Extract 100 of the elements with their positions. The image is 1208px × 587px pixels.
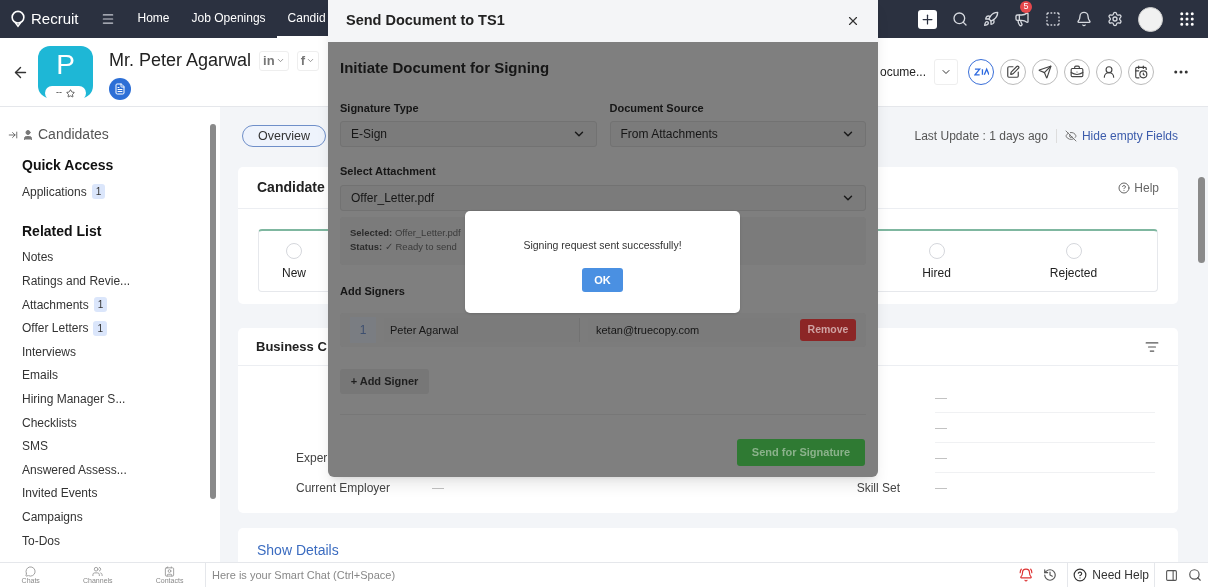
plus-icon [920, 11, 935, 27]
settings-icon[interactable] [1107, 11, 1123, 27]
close-icon[interactable] [846, 14, 860, 28]
sidebar-link[interactable]: Checklists [22, 413, 77, 432]
attachment-select[interactable]: Offer_Letter.pdf [340, 184, 866, 211]
sidebar-link[interactable]: Emails [22, 366, 58, 385]
rocket-icon[interactable] [983, 11, 999, 27]
bell-icon[interactable] [1076, 11, 1092, 27]
section-label: Add Signers [340, 283, 406, 299]
count-badge: 1 [93, 320, 108, 336]
sidebar-link[interactable]: Offer Letters [22, 319, 89, 338]
sidebar-link[interactable]: Campaigns [22, 507, 83, 526]
eye-off-icon [1064, 130, 1077, 142]
scrollbar[interactable] [1198, 177, 1205, 263]
document-icon[interactable] [114, 83, 126, 95]
megaphone-icon[interactable] [1014, 11, 1030, 27]
send-icon[interactable] [1038, 65, 1052, 79]
remove-button[interactable]: Remove [800, 319, 856, 341]
field-value: — [935, 383, 1155, 414]
sidebar-link[interactable]: SMS [22, 437, 48, 456]
assistant-logo-icon[interactable] [973, 67, 989, 77]
help-icon [1118, 181, 1131, 194]
add-signer-button[interactable]: + Add Signer [340, 369, 429, 394]
stage-label: Rejected [1049, 265, 1098, 282]
sidebar-link[interactable]: Hiring Manager S... [22, 389, 126, 408]
count-badge: 1 [91, 184, 106, 200]
last-update-text: Last Update : 1 days ago [914, 128, 1048, 145]
avatar[interactable] [1138, 6, 1163, 32]
sidebar-link[interactable]: Interviews [22, 342, 77, 361]
filter-icon[interactable] [1145, 339, 1159, 354]
field-value: — [935, 480, 948, 498]
section-title: Related List [22, 221, 103, 241]
sidebar-link[interactable]: Applications [22, 182, 87, 201]
apps-grid-icon[interactable] [1178, 10, 1196, 28]
nav-tab[interactable]: Home [126, 0, 181, 38]
card-title: Business C [256, 338, 327, 357]
brand-name: Recruit [31, 8, 79, 29]
field-value: — [935, 443, 1155, 474]
smart-chat-field[interactable]: Here is your Smart Chat (Ctrl+Space) [205, 563, 1020, 587]
help-link[interactable]: Help [1118, 178, 1159, 197]
briefcase-icon[interactable] [1070, 65, 1084, 79]
field-value: — [432, 482, 445, 495]
field-value: — [935, 413, 1155, 444]
document-menu[interactable]: ocume... [879, 63, 926, 81]
field-label: Skill Set [855, 482, 900, 495]
sidebar-link[interactable]: Invited Events [22, 484, 98, 503]
field-label: Document Source [609, 100, 705, 116]
dialog-title: Send Document to TS1 [346, 11, 505, 31]
stage-label: New [282, 265, 306, 282]
collapse-icon[interactable] [8, 129, 18, 140]
sidebar-link[interactable]: Answered Assess... [22, 460, 127, 479]
document-source-select[interactable]: From Attachments [609, 121, 866, 147]
field-label: Current Employer [296, 482, 392, 495]
chevron-down-icon [305, 56, 315, 65]
signature-type-select[interactable]: E-Sign [340, 121, 597, 147]
overview-tab[interactable]: Overview [242, 125, 326, 147]
sidebar-link[interactable]: Ratings and Revie... [22, 272, 131, 290]
section-title: Quick Access [22, 156, 115, 175]
sidebar-link[interactable]: To-Dos [22, 531, 60, 550]
sidebar-link[interactable]: Notes [22, 248, 54, 267]
card-title: Candidate [257, 178, 325, 197]
sidebar-link[interactable]: Attachments [22, 295, 89, 314]
field-label: Exper [296, 452, 329, 465]
field-label: Select Attachment [340, 164, 437, 179]
history-icon[interactable] [1043, 568, 1058, 582]
search-icon[interactable] [952, 11, 968, 27]
alert-message: Signing request sent successfully! [523, 238, 682, 253]
scrollbar[interactable] [210, 124, 216, 499]
help-icon [1073, 568, 1088, 582]
menu-icon[interactable] [100, 12, 115, 26]
chevron-down-icon [275, 56, 285, 65]
social-link[interactable]: in [259, 50, 289, 71]
module-title: Candidates [38, 125, 109, 144]
user-icon [22, 128, 34, 141]
field-label: Signature Type [340, 100, 420, 116]
hide-empty-fields-link[interactable]: Hide empty Fields [1064, 127, 1178, 145]
logo-icon [9, 10, 27, 28]
add-button[interactable] [918, 9, 937, 29]
avatar-letter: P [56, 50, 75, 80]
dock-icon [164, 565, 176, 577]
search-icon[interactable] [1188, 568, 1202, 582]
dock-icon [92, 565, 104, 577]
form-heading: Initiate Document for Signing [340, 58, 551, 78]
user-icon[interactable] [1102, 65, 1116, 79]
summary-line: Selected: Offer_Letter.pdf [350, 225, 461, 240]
calendar-clock-icon[interactable] [1134, 65, 1148, 79]
social-link[interactable]: f [296, 50, 319, 71]
count-badge: 1 [93, 297, 108, 313]
rating-text: -- [56, 86, 62, 100]
notification-badge: 5 [1020, 1, 1032, 13]
show-details-link[interactable]: Show Details [257, 542, 339, 558]
nav-tab[interactable]: Job Openings [180, 0, 277, 38]
star-icon[interactable] [66, 88, 75, 98]
need-help-button[interactable]: Need Help [1067, 563, 1155, 587]
edit-icon[interactable] [1006, 65, 1020, 79]
panel-icon[interactable] [1165, 568, 1178, 582]
signer-number: 1 [350, 317, 376, 343]
candidate-name: Mr. Peter Agarwal [109, 49, 252, 72]
bell-icon[interactable] [1019, 568, 1034, 582]
dock-icon [25, 565, 37, 577]
